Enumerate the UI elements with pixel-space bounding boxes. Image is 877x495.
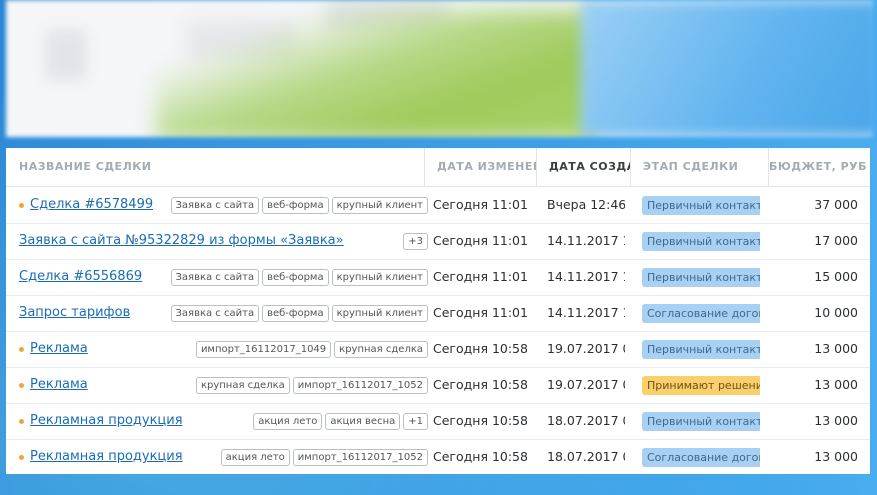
stage-badge[interactable]: Первичный контакт: [642, 232, 760, 251]
deal-tag[interactable]: акция лето: [220, 448, 290, 466]
date-created: 14.11.2017 1: [547, 305, 625, 320]
budget-value: 13 000: [814, 449, 858, 464]
deal-tags: импорт_16112017_1049 крупная сделка: [195, 331, 428, 367]
more-tags-badge[interactable]: +3: [403, 232, 428, 250]
date-created: Вчера 12:46: [547, 197, 625, 212]
deal-tags: Заявка с сайта веб-форма крупный клиент: [170, 187, 428, 223]
stage-badge[interactable]: Принимают решение: [642, 376, 760, 395]
header-deal-name[interactable]: НАЗВАНИЕ СДЕЛКИ: [6, 148, 424, 186]
deal-tag[interactable]: импорт_16112017_1052: [292, 376, 428, 394]
deal-tag[interactable]: веб-форма: [262, 196, 329, 214]
stage-cell: Первичный контакт: [642, 259, 760, 295]
budget-value: 13 000: [814, 377, 858, 392]
budget-value: 17 000: [814, 233, 858, 248]
stage-cell: Первичный контакт: [642, 403, 760, 439]
deal-tags: +3: [403, 223, 428, 259]
deal-tag[interactable]: Заявка с сайта: [170, 268, 260, 286]
status-dot: [19, 347, 24, 352]
stage-cell: Первичный контакт: [642, 331, 760, 367]
budget-value: 15 000: [814, 269, 858, 284]
deal-tags: Заявка с сайта веб-форма крупный клиент: [170, 259, 428, 295]
stage-cell: Первичный контакт: [642, 187, 760, 223]
deal-tags: Заявка с сайта веб-форма крупный клиент: [170, 295, 428, 331]
date-modified: Сегодня 10:58: [433, 341, 528, 356]
deal-tag[interactable]: акция лето: [253, 412, 323, 430]
date-created: 18.07.2017 0: [547, 413, 625, 428]
deal-tag[interactable]: крупный клиент: [331, 304, 428, 322]
stage-badge[interactable]: Первичный контакт: [642, 412, 760, 431]
stage-cell: Первичный контакт: [642, 223, 760, 259]
date-created: 18.07.2017 0: [547, 449, 625, 464]
stage-badge[interactable]: Согласование договор: [642, 304, 760, 323]
budget-value: 37 000: [814, 197, 858, 212]
stage-cell: Принимают решение: [642, 367, 760, 403]
budget-value: 10 000: [814, 305, 858, 320]
more-tags-badge[interactable]: +1: [403, 412, 428, 430]
stage-badge[interactable]: Первичный контакт: [642, 196, 760, 215]
deal-tag[interactable]: крупный клиент: [331, 268, 428, 286]
deal-name-link[interactable]: Реклама: [30, 367, 88, 403]
stage-badge[interactable]: Первичный контакт: [642, 340, 760, 359]
deal-tag[interactable]: импорт_16112017_1049: [195, 340, 332, 358]
date-created: 14.11.2017 1: [547, 269, 625, 284]
status-dot: [19, 203, 24, 208]
deal-name-link[interactable]: Рекламная продукция: [30, 439, 183, 474]
table-row[interactable]: Заявка с сайта №95322829 из формы «Заявк…: [6, 223, 870, 260]
deal-tags: крупная сделка импорт_16112017_1052: [195, 367, 428, 403]
table-row[interactable]: Рекламная продукция акция лето импорт_1611…: [6, 439, 870, 474]
deal-tag[interactable]: крупный клиент: [331, 196, 428, 214]
table-row[interactable]: Запрос тарифов Заявка с сайта веб-форма кру…: [6, 295, 870, 332]
deal-tags: акция лето акция весна +1: [253, 403, 428, 439]
deal-tag[interactable]: Заявка с сайта: [170, 304, 260, 322]
deal-tag[interactable]: крупная сделка: [195, 376, 290, 394]
date-modified: Сегодня 11:01: [433, 197, 528, 212]
table-header: НАЗВАНИЕ СДЕЛКИ ДАТА ИЗМЕНЕН ДАТА СОЗДА …: [6, 148, 870, 187]
date-created: 19.07.2017 0: [547, 341, 625, 356]
deal-name-link[interactable]: Реклама: [30, 331, 88, 367]
stage-cell: Согласование договор: [642, 295, 760, 331]
table-row[interactable]: Реклама импорт_16112017_1049 крупная сделк…: [6, 331, 870, 368]
date-created: 19.07.2017 0: [547, 377, 625, 392]
date-modified: Сегодня 10:58: [433, 449, 528, 464]
deal-tags: акция лето импорт_16112017_1052: [220, 439, 428, 474]
date-modified: Сегодня 11:01: [433, 305, 528, 320]
date-modified: Сегодня 10:58: [433, 377, 528, 392]
table-row[interactable]: Рекламная продукция акция лето акция весна…: [6, 403, 870, 440]
blurred-green-chart: [156, 10, 596, 137]
header-date-modified[interactable]: ДАТА ИЗМЕНЕН: [424, 148, 536, 186]
stage-badge[interactable]: Согласование договор: [642, 448, 760, 467]
table-row[interactable]: Сделка #6556869 Заявка с сайта веб-форма кр…: [6, 259, 870, 296]
stage-cell: Согласование договор: [642, 439, 760, 474]
header-budget[interactable]: БЮДЖЕТ, РУБ: [768, 148, 870, 186]
budget-value: 13 000: [814, 341, 858, 356]
deal-tag[interactable]: Заявка с сайта: [170, 196, 260, 214]
date-modified: Сегодня 11:01: [433, 233, 528, 248]
deal-name-link[interactable]: Заявка с сайта №95322829 из формы «Заявк…: [19, 223, 344, 259]
header-deal-stage[interactable]: ЭТАП СДЕЛКИ: [630, 148, 768, 186]
deals-table: НАЗВАНИЕ СДЕЛКИ ДАТА ИЗМЕНЕН ДАТА СОЗДА …: [6, 148, 870, 474]
status-dot: [19, 455, 24, 460]
date-modified: Сегодня 11:01: [433, 269, 528, 284]
budget-value: 13 000: [814, 413, 858, 428]
stage-badge[interactable]: Первичный контакт: [642, 268, 760, 287]
date-modified: Сегодня 10:58: [433, 413, 528, 428]
deal-tag[interactable]: импорт_16112017_1052: [292, 448, 428, 466]
deal-tag[interactable]: крупная сделка: [334, 340, 428, 358]
deal-name-link[interactable]: Сделка #6556869: [19, 259, 142, 295]
table-row[interactable]: Реклама крупная сделка импорт_16112017_105…: [6, 367, 870, 404]
deal-name-link[interactable]: Сделка #6578499: [30, 187, 153, 223]
blurred-shape: [46, 30, 86, 80]
status-dot: [19, 419, 24, 424]
blurred-blue-area: [581, 0, 873, 137]
deal-tag[interactable]: акция весна: [325, 412, 401, 430]
deal-name-link[interactable]: Запрос тарифов: [19, 295, 130, 331]
deal-name-link[interactable]: Рекламная продукция: [30, 403, 183, 439]
blurred-top-panel: [6, 0, 873, 137]
header-date-created[interactable]: ДАТА СОЗДА: [536, 148, 630, 186]
date-created: 14.11.2017 1: [547, 233, 625, 248]
deal-tag[interactable]: веб-форма: [262, 304, 329, 322]
status-dot: [19, 383, 24, 388]
deal-tag[interactable]: веб-форма: [262, 268, 329, 286]
table-row[interactable]: Сделка #6578499 Заявка с сайта веб-форма кр…: [6, 187, 870, 224]
